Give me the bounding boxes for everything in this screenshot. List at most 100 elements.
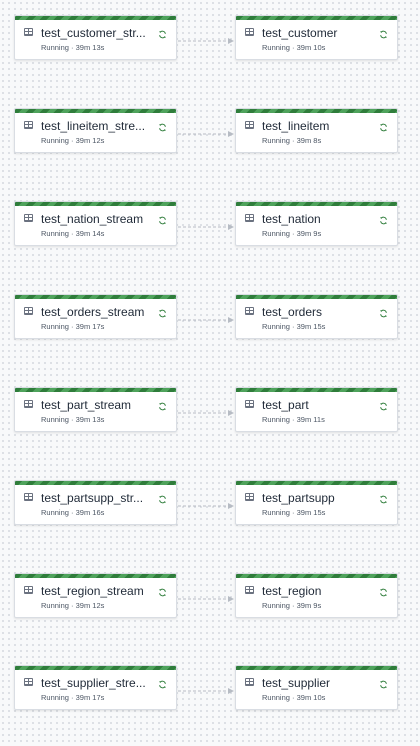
- running-status-stripe: [15, 109, 176, 113]
- sink-status: Running · 39m 15s: [262, 508, 326, 517]
- sink-node[interactable]: test_partsupp Running · 39m 15s: [235, 480, 398, 525]
- refresh-icon[interactable]: [158, 584, 167, 597]
- source-status: Running · 39m 12s: [41, 601, 105, 610]
- sink-node[interactable]: test_supplier Running · 39m 10s: [235, 665, 398, 710]
- sink-status: Running · 39m 9s: [262, 229, 322, 238]
- sink-name: test_nation: [262, 212, 321, 226]
- pipeline-row: test_nation_stream Running · 39m 14s test_…: [0, 201, 420, 249]
- sink-node[interactable]: test_region Running · 39m 9s: [235, 573, 398, 618]
- running-status-stripe: [15, 574, 176, 578]
- refresh-icon[interactable]: [379, 491, 388, 504]
- sink-name: test_part: [262, 398, 309, 412]
- source-status: Running · 39m 16s: [41, 508, 105, 517]
- running-status-stripe: [236, 574, 397, 578]
- source-status: Running · 39m 17s: [41, 693, 105, 702]
- source-node[interactable]: test_customer_str... Running · 39m 13s: [14, 15, 177, 60]
- refresh-icon[interactable]: [379, 676, 388, 689]
- sink-status: Running · 39m 10s: [262, 43, 326, 52]
- pipeline-edge-arrow: [178, 503, 234, 509]
- pipeline-row: test_partsupp_str... Running · 39m 16s tes…: [0, 480, 420, 528]
- sink-status: Running · 39m 9s: [262, 601, 322, 610]
- table-icon: [245, 493, 254, 501]
- table-icon: [245, 28, 254, 36]
- source-name: test_region_stream: [41, 584, 144, 598]
- source-name: test_supplier_stre...: [41, 676, 146, 690]
- sink-name: test_partsupp: [262, 491, 335, 505]
- sink-node[interactable]: test_lineitem Running · 39m 8s: [235, 108, 398, 153]
- running-status-stripe: [236, 481, 397, 485]
- refresh-icon[interactable]: [158, 305, 167, 318]
- running-status-stripe: [236, 388, 397, 392]
- pipeline-row: test_lineitem_stre... Running · 39m 12s te…: [0, 108, 420, 156]
- source-node[interactable]: test_supplier_stre... Running · 39m 17s: [14, 665, 177, 710]
- sink-name: test_customer: [262, 26, 338, 40]
- refresh-icon[interactable]: [379, 305, 388, 318]
- source-node[interactable]: test_nation_stream Running · 39m 14s: [14, 201, 177, 246]
- refresh-icon[interactable]: [158, 26, 167, 39]
- refresh-icon[interactable]: [158, 119, 167, 132]
- refresh-icon[interactable]: [158, 212, 167, 225]
- running-status-stripe: [15, 295, 176, 299]
- sink-node[interactable]: test_customer Running · 39m 10s: [235, 15, 398, 60]
- pipeline-row: test_orders_stream Running · 39m 17s test_…: [0, 294, 420, 342]
- source-node[interactable]: test_lineitem_stre... Running · 39m 12s: [14, 108, 177, 153]
- running-status-stripe: [236, 109, 397, 113]
- running-status-stripe: [236, 202, 397, 206]
- source-name: test_orders_stream: [41, 305, 145, 319]
- table-icon: [24, 121, 33, 129]
- source-node[interactable]: test_region_stream Running · 39m 12s: [14, 573, 177, 618]
- table-icon: [245, 678, 254, 686]
- refresh-icon[interactable]: [158, 398, 167, 411]
- refresh-icon[interactable]: [379, 584, 388, 597]
- pipeline-row: test_supplier_stre... Running · 39m 17s te…: [0, 665, 420, 713]
- refresh-icon[interactable]: [158, 491, 167, 504]
- pipeline-edge-arrow: [178, 224, 234, 230]
- source-name: test_nation_stream: [41, 212, 144, 226]
- refresh-icon[interactable]: [379, 119, 388, 132]
- pipeline-edge-arrow: [178, 410, 234, 416]
- running-status-stripe: [15, 16, 176, 20]
- pipeline-edge-arrow: [178, 596, 234, 602]
- running-status-stripe: [15, 202, 176, 206]
- table-icon: [245, 121, 254, 129]
- refresh-icon[interactable]: [158, 676, 167, 689]
- source-name: test_part_stream: [41, 398, 132, 412]
- pipeline-row: test_part_stream Running · 39m 13s test_pa…: [0, 387, 420, 435]
- source-name: test_lineitem_stre...: [41, 119, 146, 133]
- table-icon: [24, 214, 33, 222]
- table-icon: [24, 400, 33, 408]
- source-status: Running · 39m 14s: [41, 229, 105, 238]
- running-status-stripe: [15, 666, 176, 670]
- table-icon: [245, 307, 254, 315]
- table-icon: [24, 586, 33, 594]
- pipeline-edge-arrow: [178, 688, 234, 694]
- sink-status: Running · 39m 11s: [262, 415, 325, 424]
- sink-name: test_orders: [262, 305, 323, 319]
- table-icon: [245, 400, 254, 408]
- refresh-icon[interactable]: [379, 398, 388, 411]
- pipeline-row: test_customer_str... Running · 39m 13s tes…: [0, 15, 420, 63]
- source-node[interactable]: test_partsupp_str... Running · 39m 16s: [14, 480, 177, 525]
- source-status: Running · 39m 13s: [41, 43, 105, 52]
- source-node[interactable]: test_orders_stream Running · 39m 17s: [14, 294, 177, 339]
- table-icon: [245, 586, 254, 594]
- pipeline-row: test_region_stream Running · 39m 12s test_…: [0, 573, 420, 621]
- pipeline-edge-arrow: [178, 131, 234, 137]
- running-status-stripe: [15, 481, 176, 485]
- sink-node[interactable]: test_orders Running · 39m 15s: [235, 294, 398, 339]
- table-icon: [24, 678, 33, 686]
- source-node[interactable]: test_part_stream Running · 39m 13s: [14, 387, 177, 432]
- sink-node[interactable]: test_part Running · 39m 11s: [235, 387, 398, 432]
- refresh-icon[interactable]: [379, 26, 388, 39]
- sink-node[interactable]: test_nation Running · 39m 9s: [235, 201, 398, 246]
- refresh-icon[interactable]: [379, 212, 388, 225]
- source-name: test_customer_str...: [41, 26, 146, 40]
- source-status: Running · 39m 13s: [41, 415, 105, 424]
- source-name: test_partsupp_str...: [41, 491, 144, 505]
- running-status-stripe: [236, 16, 397, 20]
- table-icon: [24, 307, 33, 315]
- sink-status: Running · 39m 15s: [262, 322, 326, 331]
- pipeline-edge-arrow: [178, 38, 234, 44]
- source-status: Running · 39m 12s: [41, 136, 105, 145]
- sink-name: test_region: [262, 584, 322, 598]
